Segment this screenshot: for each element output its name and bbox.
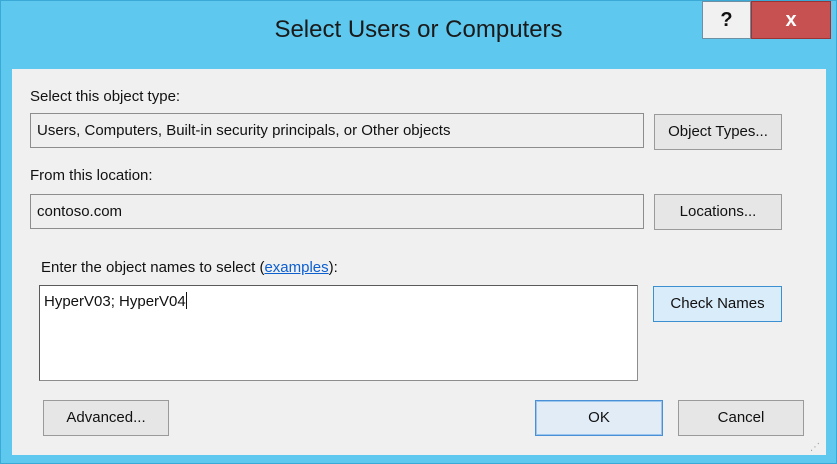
location-label: From this location:	[30, 167, 153, 184]
resize-grip-icon[interactable]: ⋰	[810, 441, 824, 455]
advanced-button[interactable]: Advanced...	[43, 400, 169, 436]
object-names-label-prefix: Enter the object names to select (	[41, 259, 265, 276]
examples-link[interactable]: examples	[264, 259, 328, 276]
check-names-button[interactable]: Check Names	[653, 286, 782, 322]
object-type-label: Select this object type:	[30, 88, 181, 105]
location-field: contoso.com	[30, 194, 644, 229]
object-names-input[interactable]: HyperV03; HyperV04	[39, 285, 638, 381]
dialog-window: Select Users or Computers ? x Select thi…	[0, 0, 837, 464]
help-button[interactable]: ?	[702, 1, 751, 39]
locations-button[interactable]: Locations...	[654, 194, 782, 230]
object-names-label: Enter the object names to select (exampl…	[41, 259, 338, 276]
text-caret	[185, 292, 187, 309]
object-types-button[interactable]: Object Types...	[654, 114, 782, 150]
dialog-body: Select this object type: Users, Computer…	[12, 69, 826, 455]
object-names-text: HyperV03; HyperV04	[44, 293, 186, 310]
object-type-field: Users, Computers, Built-in security prin…	[30, 113, 644, 148]
title-bar[interactable]: Select Users or Computers ? x	[1, 1, 836, 69]
ok-button[interactable]: OK	[535, 400, 663, 436]
cancel-button[interactable]: Cancel	[678, 400, 804, 436]
close-button[interactable]: x	[751, 1, 831, 39]
object-names-label-suffix: ):	[328, 259, 338, 276]
